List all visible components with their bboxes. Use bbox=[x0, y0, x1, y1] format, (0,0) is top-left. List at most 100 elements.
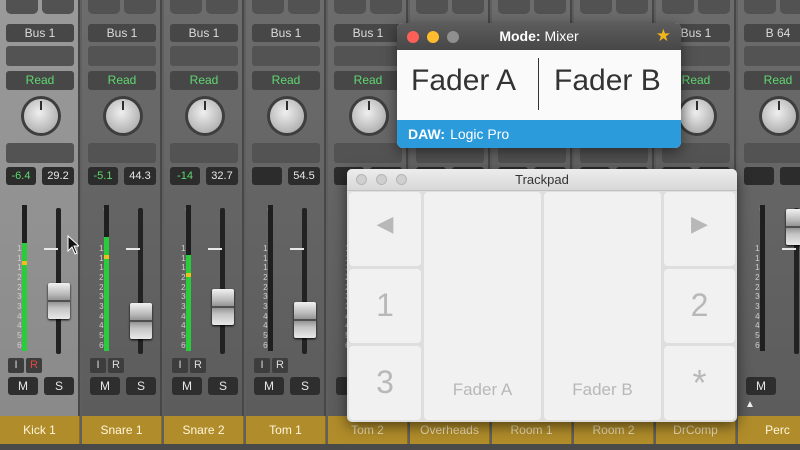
track-name[interactable]: Perc bbox=[738, 416, 800, 444]
volume-fader[interactable] bbox=[294, 302, 316, 338]
send-slot[interactable] bbox=[6, 143, 74, 163]
insert-slot[interactable] bbox=[88, 46, 156, 66]
unity-mark bbox=[44, 248, 58, 250]
mute-button[interactable]: M bbox=[90, 377, 120, 395]
strip-top-button[interactable] bbox=[616, 0, 648, 14]
input-monitor-button[interactable]: I bbox=[90, 358, 106, 373]
pan-knob[interactable] bbox=[680, 99, 714, 133]
strip-top-button[interactable] bbox=[780, 0, 800, 14]
mode-title-bar[interactable]: Mode: Mixer ★ bbox=[397, 23, 681, 50]
fader-b-pad[interactable]: Fader B bbox=[544, 192, 661, 420]
automation-mode[interactable]: Read bbox=[6, 71, 74, 90]
strip-top-button[interactable] bbox=[252, 0, 284, 14]
strip-top-button[interactable] bbox=[498, 0, 530, 14]
track-name[interactable]: Snare 1 bbox=[82, 416, 162, 444]
channel-strip[interactable]: Bus 1Read-1432.7036912151821243035404550… bbox=[164, 0, 244, 416]
insert-slot[interactable] bbox=[170, 46, 238, 66]
input-monitor-button[interactable]: I bbox=[254, 358, 270, 373]
send-slot[interactable] bbox=[334, 143, 402, 163]
pan-knob[interactable] bbox=[24, 99, 58, 133]
volume-fader[interactable] bbox=[786, 209, 800, 245]
pan-knob[interactable] bbox=[352, 99, 386, 133]
fader-a-pad[interactable]: Fader A bbox=[424, 192, 541, 420]
record-enable-button[interactable]: R bbox=[108, 358, 124, 373]
right-arrow-pad[interactable]: ▶ bbox=[664, 192, 735, 266]
strip-top-button[interactable] bbox=[698, 0, 730, 14]
bus-selector[interactable]: Bus 1 bbox=[252, 24, 320, 42]
trackpad-title-bar[interactable]: Trackpad bbox=[347, 169, 737, 191]
send-slot[interactable] bbox=[744, 143, 800, 163]
bus-selector[interactable]: Bus 1 bbox=[334, 24, 402, 42]
strip-top-button[interactable] bbox=[124, 0, 156, 14]
solo-button[interactable]: S bbox=[290, 377, 320, 395]
send-slot[interactable] bbox=[170, 143, 238, 163]
input-monitor-button[interactable]: I bbox=[8, 358, 24, 373]
strip-top-button[interactable] bbox=[662, 0, 694, 14]
volume-fader[interactable] bbox=[212, 289, 234, 325]
strip-top-button[interactable] bbox=[288, 0, 320, 14]
insert-slot[interactable] bbox=[744, 46, 800, 66]
track-name[interactable]: Kick 1 bbox=[0, 416, 80, 444]
peak-level: -5.1 bbox=[88, 167, 118, 185]
strip-top-button[interactable] bbox=[370, 0, 402, 14]
strip-top-button[interactable] bbox=[88, 0, 120, 14]
record-enable-button[interactable]: R bbox=[190, 358, 206, 373]
fader-b-label[interactable]: Fader B bbox=[554, 64, 661, 98]
star-icon[interactable]: ★ bbox=[656, 26, 671, 46]
strip-top-button[interactable] bbox=[416, 0, 448, 14]
bus-selector[interactable]: Bus 1 bbox=[88, 24, 156, 42]
pad-1[interactable]: 1 bbox=[349, 269, 421, 343]
bus-selector[interactable]: B 64 bbox=[744, 24, 800, 42]
automation-mode[interactable]: Read bbox=[334, 71, 402, 90]
left-arrow-pad[interactable]: ◀ bbox=[349, 192, 421, 266]
asterisk-icon: * bbox=[692, 362, 707, 403]
bus-selector[interactable]: Bus 1 bbox=[6, 24, 74, 42]
solo-button[interactable]: S bbox=[126, 377, 156, 395]
track-name[interactable]: Snare 2 bbox=[164, 416, 244, 444]
strip-top-button[interactable] bbox=[6, 0, 38, 14]
pan-knob[interactable] bbox=[188, 99, 222, 133]
volume-fader[interactable] bbox=[48, 283, 70, 319]
send-slot[interactable] bbox=[252, 143, 320, 163]
mute-button[interactable]: M bbox=[8, 377, 38, 395]
pan-knob[interactable] bbox=[106, 99, 140, 133]
automation-mode[interactable]: Read bbox=[744, 71, 800, 90]
pan-knob[interactable] bbox=[762, 99, 796, 133]
channel-strip[interactable]: Bus 1Read-6.429.203691215182124303540455… bbox=[0, 0, 80, 416]
automation-mode[interactable]: Read bbox=[252, 71, 320, 90]
solo-button[interactable]: S bbox=[208, 377, 238, 395]
strip-top-button[interactable] bbox=[42, 0, 74, 14]
mute-button[interactable]: M bbox=[254, 377, 284, 395]
insert-slot[interactable] bbox=[6, 46, 74, 66]
insert-slot[interactable] bbox=[252, 46, 320, 66]
channel-strip[interactable]: Bus 1Read54.503691215182124303540455060I… bbox=[246, 0, 326, 416]
mute-button[interactable]: M bbox=[172, 377, 202, 395]
divider bbox=[538, 58, 539, 110]
pan-knob[interactable] bbox=[270, 99, 304, 133]
strip-top-button[interactable] bbox=[744, 0, 776, 14]
strip-top-button[interactable] bbox=[206, 0, 238, 14]
pad-3[interactable]: 3 bbox=[349, 346, 421, 420]
insert-slot[interactable] bbox=[334, 46, 402, 66]
automation-mode[interactable]: Read bbox=[170, 71, 238, 90]
automation-mode[interactable]: Read bbox=[88, 71, 156, 90]
record-enable-button[interactable]: R bbox=[26, 358, 42, 373]
strip-top-button[interactable] bbox=[534, 0, 566, 14]
pad-asterisk[interactable]: * bbox=[664, 346, 735, 420]
send-slot[interactable] bbox=[88, 143, 156, 163]
volume-fader[interactable] bbox=[130, 303, 152, 339]
input-monitor-button[interactable]: I bbox=[172, 358, 188, 373]
strip-top-button[interactable] bbox=[334, 0, 366, 14]
bus-selector[interactable]: Bus 1 bbox=[170, 24, 238, 42]
strip-top-button[interactable] bbox=[452, 0, 484, 14]
fader-a-label[interactable]: Fader A bbox=[411, 64, 516, 98]
channel-strip[interactable]: Bus 1Read-5.144.303691215182124303540455… bbox=[82, 0, 162, 416]
channel-strip[interactable]: B 64Read03691215182124303540455060M bbox=[738, 0, 800, 416]
pad-2[interactable]: 2 bbox=[664, 269, 735, 343]
strip-top-button[interactable] bbox=[170, 0, 202, 14]
strip-top-button[interactable] bbox=[580, 0, 612, 14]
record-enable-button[interactable]: R bbox=[272, 358, 288, 373]
mute-button[interactable]: M bbox=[746, 377, 776, 395]
track-name[interactable]: Tom 1 bbox=[246, 416, 326, 444]
solo-button[interactable]: S bbox=[44, 377, 74, 395]
